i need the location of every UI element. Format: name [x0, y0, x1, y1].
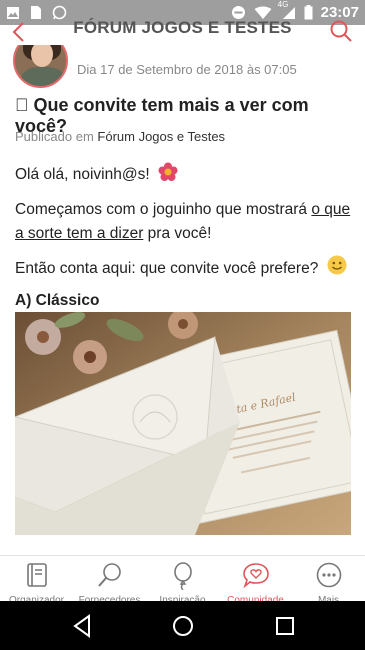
- recents-square-icon[interactable]: [272, 613, 298, 639]
- post-content[interactable]: Dia 17 de Setembro de 2018 às 07:05   Qu…: [0, 45, 365, 555]
- flower-emoji-icon: [158, 162, 178, 181]
- more-icon: [316, 562, 341, 588]
- nav-item-mais[interactable]: Mais: [292, 556, 365, 606]
- greeting-text: Olá olá, noivinh@s!: [15, 166, 150, 183]
- bottom-navigation: Organizador Fornecedores Inspiração Comu…: [0, 555, 365, 606]
- search-icon: [97, 563, 121, 587]
- back-triangle-icon[interactable]: [70, 613, 96, 639]
- invitation-photo[interactable]: Renata e Rafael: [15, 312, 351, 535]
- question-paragraph: Então conta aqui: que convite você prefe…: [15, 255, 355, 281]
- smiley-emoji-icon: [327, 255, 347, 275]
- notebook-icon: [26, 563, 47, 587]
- published-in: Publicado em Fórum Jogos e Testes: [15, 129, 225, 144]
- system-navigation-bar: [0, 601, 365, 650]
- intro-start: Começamos com o joguinho que mostrará: [15, 201, 312, 218]
- nav-item-comunidade[interactable]: Comunidade: [219, 556, 292, 606]
- intro-paragraph: Começamos com o joguinho que mostrará o …: [15, 198, 355, 246]
- app-header: FÓRUM JOGOS E TESTES: [0, 18, 365, 45]
- post-date: Dia 17 de Setembro de 2018 às 07:05: [77, 62, 297, 77]
- avatar[interactable]: [13, 45, 68, 88]
- nav-item-fornecedores[interactable]: Fornecedores: [73, 556, 146, 606]
- published-prefix: Publicado em: [15, 129, 94, 144]
- greeting-paragraph: Olá olá, noivinh@s!: [15, 162, 355, 187]
- page-title: FÓRUM JOGOS E TESTES: [73, 18, 292, 37]
- nav-item-organizador[interactable]: Organizador: [0, 556, 73, 606]
- intro-end: pra você!: [143, 225, 212, 242]
- forum-link[interactable]: Fórum Jogos e Testes: [97, 129, 225, 144]
- option-a-label: A) Clássico: [15, 292, 100, 309]
- balloon-icon: [173, 562, 192, 590]
- home-circle-icon[interactable]: [170, 613, 196, 639]
- chat-heart-icon: [242, 563, 269, 588]
- search-icon[interactable]: [329, 19, 353, 43]
- nav-item-inspiracao[interactable]: Inspiração: [146, 556, 219, 606]
- question-text: Então conta aqui: que convite você prefe…: [15, 260, 319, 277]
